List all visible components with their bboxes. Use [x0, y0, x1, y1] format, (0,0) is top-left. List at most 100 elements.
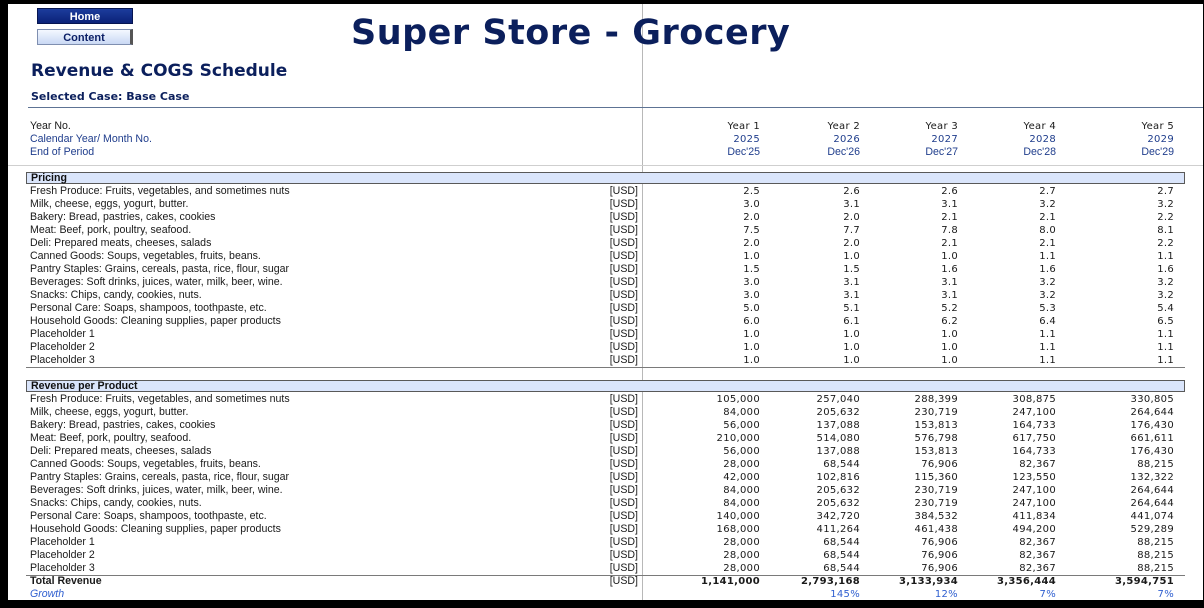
unit-label: [USD] — [609, 575, 638, 587]
pricing-row: Personal Care: Soaps, shampoos, toothpas… — [8, 302, 1203, 315]
header-divider — [28, 107, 1203, 108]
unit-label: [USD] — [609, 432, 638, 444]
value-cell: 3.1 — [843, 199, 860, 210]
value-cell: 1.0 — [743, 342, 760, 353]
value-cell: 88,215 — [1137, 537, 1174, 548]
page-title: Super Store - Grocery — [351, 13, 791, 53]
value-cell: 132,322 — [1130, 472, 1174, 483]
value-cell: 76,906 — [921, 537, 958, 548]
value-cell: 7.8 — [941, 225, 958, 236]
row-label: Meat: Beef, pork, poultry, seafood. — [30, 224, 192, 236]
value-cell: 3.0 — [743, 290, 760, 301]
value-cell: 3.0 — [743, 199, 760, 210]
value-cell: 330,805 — [1130, 394, 1174, 405]
year-cell: Year 5 — [1141, 121, 1174, 132]
revenue-row: Canned Goods: Soups, vegetables, fruits,… — [8, 458, 1203, 471]
unit-label: [USD] — [609, 497, 638, 509]
unit-label: [USD] — [609, 250, 638, 262]
value-cell: 68,544 — [823, 563, 860, 574]
value-cell: 661,611 — [1130, 433, 1174, 444]
year-cell: Year 4 — [1023, 121, 1056, 132]
value-cell: 264,644 — [1130, 407, 1174, 418]
value-cell: 2.1 — [941, 212, 958, 223]
row-label: Pantry Staples: Grains, cereals, pasta, … — [30, 471, 290, 483]
value-cell: 6.5 — [1157, 316, 1174, 327]
value-cell: 1.1 — [1039, 329, 1056, 340]
revenue-row: Meat: Beef, pork, poultry, seafood. [USD]… — [8, 432, 1203, 445]
pricing-section-header: Pricing — [26, 172, 1185, 184]
value-cell: 3.1 — [941, 290, 958, 301]
unit-label: [USD] — [609, 185, 638, 197]
value-cell: 137,088 — [816, 420, 860, 431]
value-cell: 6.0 — [743, 316, 760, 327]
home-button[interactable]: Home — [37, 8, 133, 24]
value-cell: 230,719 — [914, 407, 958, 418]
unit-label: [USD] — [609, 341, 638, 353]
value-cell: 3.1 — [941, 199, 958, 210]
calendar-cell: 2027 — [931, 134, 958, 145]
year-cell: Year 1 — [727, 121, 760, 132]
value-cell: 3.0 — [743, 277, 760, 288]
value-cell: 6.1 — [843, 316, 860, 327]
value-cell: 3.1 — [843, 277, 860, 288]
value-cell: 5.3 — [1039, 303, 1056, 314]
value-cell: 411,264 — [816, 524, 860, 535]
end-of-period-row: End of Period Dec'25 Dec'26 Dec'27 Dec'2… — [8, 146, 1203, 159]
value-cell: 140,000 — [716, 511, 760, 522]
value-cell: 82,367 — [1019, 563, 1056, 574]
value-cell: 137,088 — [816, 446, 860, 457]
value-cell: 28,000 — [723, 459, 760, 470]
value-cell: 2.6 — [843, 186, 860, 197]
value-cell: 3.1 — [941, 277, 958, 288]
value-cell: 3.2 — [1039, 277, 1056, 288]
revenue-row: Placeholder 1 [USD] 28,000 68,544 76,906 82,3… — [8, 536, 1203, 549]
unit-label: [USD] — [609, 406, 638, 418]
value-cell: 441,074 — [1130, 511, 1174, 522]
pricing-section-title: Pricing — [31, 172, 67, 184]
value-cell: 2.7 — [1039, 186, 1056, 197]
value-cell: 82,367 — [1019, 459, 1056, 470]
value-cell: 264,644 — [1130, 498, 1174, 509]
value-cell: 84,000 — [723, 485, 760, 496]
row-label: Fresh Produce: Fruits, vegetables, and s… — [30, 185, 290, 197]
row-label: Bakery: Bread, pastries, cakes, cookies — [30, 211, 216, 223]
value-cell: 1.1 — [1039, 251, 1056, 262]
value-cell: 1.5 — [743, 264, 760, 275]
value-cell: 2.0 — [743, 238, 760, 249]
row-label: Placeholder 3 — [30, 354, 95, 366]
revenue-row: Bakery: Bread, pastries, cakes, cookies [… — [8, 419, 1203, 432]
value-cell: 247,100 — [1012, 407, 1056, 418]
total-cell: 2,793,168 — [800, 576, 860, 587]
unit-label: [USD] — [609, 211, 638, 223]
pricing-row: Canned Goods: Soups, vegetables, fruits,… — [8, 250, 1203, 263]
calendar-cell: 2025 — [733, 134, 760, 145]
value-cell: 6.4 — [1039, 316, 1056, 327]
year-cell: Year 3 — [925, 121, 958, 132]
pricing-row: Pantry Staples: Grains, cereals, pasta, … — [8, 263, 1203, 276]
value-cell: 288,399 — [914, 394, 958, 405]
row-label: Placeholder 1 — [30, 328, 95, 340]
value-cell: 153,813 — [914, 420, 958, 431]
value-cell: 5.0 — [743, 303, 760, 314]
growth-cell: 7% — [1157, 589, 1174, 600]
value-cell: 105,000 — [716, 394, 760, 405]
row-label: Meat: Beef, pork, poultry, seafood. — [30, 432, 192, 444]
unit-label: [USD] — [609, 536, 638, 548]
growth-cell: 145% — [830, 589, 860, 600]
value-cell: 205,632 — [816, 498, 860, 509]
value-cell: 1.1 — [1157, 251, 1174, 262]
value-cell: 230,719 — [914, 485, 958, 496]
value-cell: 1.0 — [843, 342, 860, 353]
value-cell: 210,000 — [716, 433, 760, 444]
value-cell: 3.2 — [1157, 199, 1174, 210]
value-cell: 28,000 — [723, 537, 760, 548]
value-cell: 1.0 — [743, 251, 760, 262]
value-cell: 2.1 — [1039, 212, 1056, 223]
pricing-row: Placeholder 1 [USD] 1.0 1.0 1.0 1.1 1.1 — [8, 328, 1203, 341]
value-cell: 28,000 — [723, 550, 760, 561]
revenue-row: Beverages: Soft drinks, juices, water, m… — [8, 484, 1203, 497]
content-button[interactable]: Content — [37, 29, 133, 45]
value-cell: 205,632 — [816, 485, 860, 496]
period-cell: Dec'26 — [827, 146, 860, 158]
value-cell: 76,906 — [921, 459, 958, 470]
